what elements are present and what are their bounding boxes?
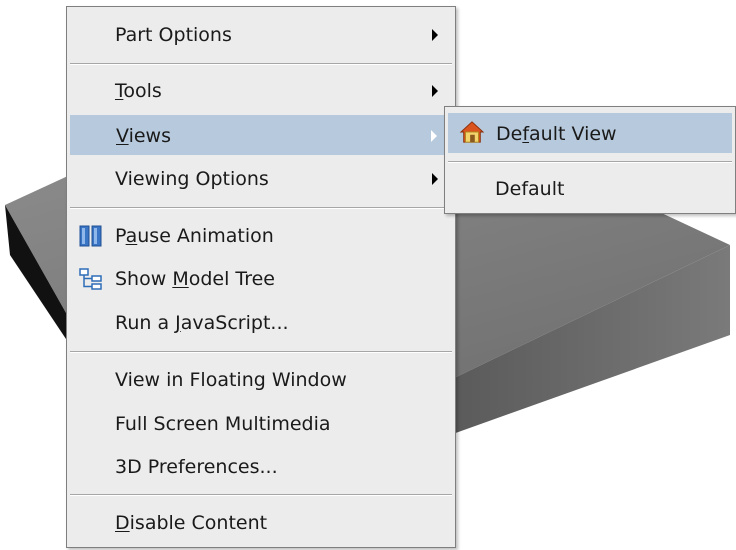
submenu-item-default-view[interactable]: Default View — [448, 113, 732, 153]
views-submenu: Default View Default — [444, 106, 736, 214]
menu-item-3d-preferences[interactable]: 3D Preferences... — [70, 447, 452, 487]
menu-item-full-screen-multimedia[interactable]: Full Screen Multimedia — [70, 404, 452, 444]
menu-separator — [70, 63, 452, 65]
viewer-stage: Part Options Tools Views Viewing Options… — [0, 0, 736, 550]
submenu-arrow-icon — [432, 85, 438, 97]
model-tree-icon — [79, 268, 102, 290]
menu-item-show-model-tree[interactable]: Show Model Tree — [70, 259, 452, 299]
menu-item-label: 3D Preferences... — [115, 456, 278, 478]
menu-item-label: Disable Content — [115, 512, 268, 534]
menu-item-label: Views — [116, 125, 172, 147]
menu-item-label: Pause Animation — [115, 225, 274, 247]
menu-item-label: Run a JavaScript... — [115, 312, 289, 334]
menu-item-label: Tools — [115, 80, 162, 102]
menu-item-label: Default View — [496, 123, 617, 145]
menu-item-label: Show Model Tree — [115, 268, 275, 290]
menu-item-label: Viewing Options — [115, 168, 269, 190]
menu-item-pause-animation[interactable]: Pause Animation — [70, 216, 452, 256]
menu-item-views[interactable]: Views — [70, 115, 452, 155]
home-icon — [459, 121, 485, 143]
menu-item-label: Full Screen Multimedia — [115, 413, 331, 435]
menu-item-part-options[interactable]: Part Options — [70, 15, 452, 55]
menu-separator — [70, 494, 452, 496]
context-menu: Part Options Tools Views Viewing Options… — [66, 6, 456, 548]
submenu-arrow-icon — [432, 173, 438, 185]
menu-item-viewing-options[interactable]: Viewing Options — [70, 159, 452, 199]
submenu-arrow-icon — [431, 130, 437, 142]
menu-separator — [70, 351, 452, 353]
menu-item-label: View in Floating Window — [115, 369, 347, 391]
menu-item-tools[interactable]: Tools — [70, 71, 452, 111]
menu-item-view-floating-window[interactable]: View in Floating Window — [70, 360, 452, 400]
menu-item-disable-content[interactable]: Disable Content — [70, 503, 452, 543]
submenu-item-default[interactable]: Default — [448, 169, 732, 209]
pause-icon — [79, 225, 102, 247]
menu-separator — [70, 207, 452, 209]
menu-item-label: Part Options — [115, 24, 232, 46]
menu-separator — [448, 161, 732, 163]
menu-item-label: Default — [495, 178, 565, 200]
submenu-arrow-icon — [432, 29, 438, 41]
menu-item-run-javascript[interactable]: Run a JavaScript... — [70, 303, 452, 343]
